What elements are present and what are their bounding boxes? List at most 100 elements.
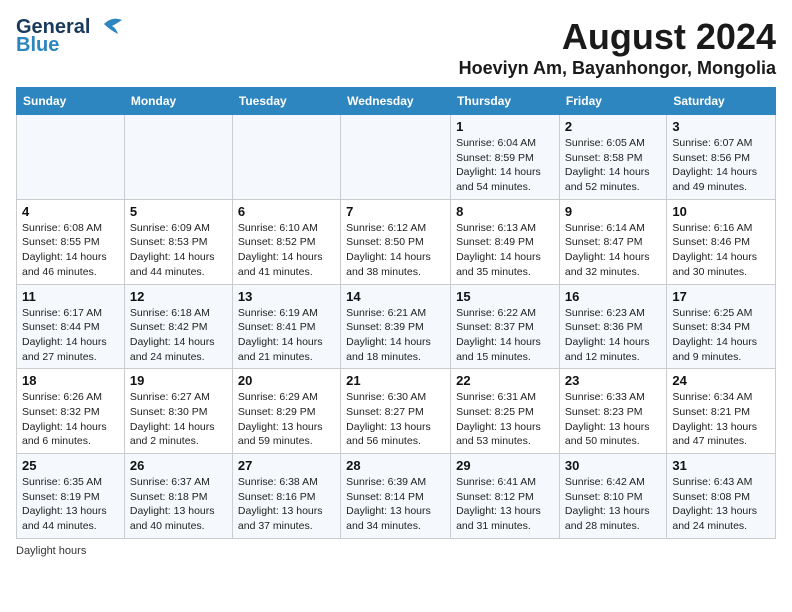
day-number: 21 [346, 373, 445, 388]
day-number: 26 [130, 458, 227, 473]
day-info: Sunrise: 6:31 AM Sunset: 8:25 PM Dayligh… [456, 390, 554, 449]
day-info: Sunrise: 6:26 AM Sunset: 8:32 PM Dayligh… [22, 390, 119, 449]
calendar-cell: 19Sunrise: 6:27 AM Sunset: 8:30 PM Dayli… [124, 369, 232, 454]
day-info: Sunrise: 6:10 AM Sunset: 8:52 PM Dayligh… [238, 221, 335, 280]
day-info: Sunrise: 6:07 AM Sunset: 8:56 PM Dayligh… [672, 136, 770, 195]
column-header-tuesday: Tuesday [232, 88, 340, 115]
day-info: Sunrise: 6:18 AM Sunset: 8:42 PM Dayligh… [130, 306, 227, 365]
day-info: Sunrise: 6:37 AM Sunset: 8:18 PM Dayligh… [130, 475, 227, 534]
calendar-cell: 14 Sunrise: 6:21 AM Sunset: 8:39 PM Dayli… [341, 284, 451, 369]
calendar-cell: 26 Sunrise: 6:37 AM Sunset: 8:18 PM Dayli… [124, 454, 232, 539]
calendar-cell: 20Sunrise: 6:29 AM Sunset: 8:29 PM Dayli… [232, 369, 340, 454]
day-info: Sunrise: 6:42 AM Sunset: 8:10 PM Dayligh… [565, 475, 661, 534]
calendar-cell: 3 Sunrise: 6:07 AM Sunset: 8:56 PM Daylig… [667, 115, 776, 200]
day-info: Sunrise: 6:16 AM Sunset: 8:46 PM Dayligh… [672, 221, 770, 280]
day-number: 7 [346, 204, 445, 219]
day-info: Sunrise: 6:21 AM Sunset: 8:39 PM Dayligh… [346, 306, 445, 365]
day-info: Sunrise: 6:13 AM Sunset: 8:49 PM Dayligh… [456, 221, 554, 280]
day-number: 9 [565, 204, 661, 219]
calendar-cell: 15Sunrise: 6:22 AM Sunset: 8:37 PM Dayli… [451, 284, 560, 369]
day-number: 4 [22, 204, 119, 219]
day-number: 6 [238, 204, 335, 219]
day-number: 8 [456, 204, 554, 219]
day-info: Sunrise: 6:38 AM Sunset: 8:16 PM Dayligh… [238, 475, 335, 534]
calendar-cell [341, 115, 451, 200]
column-header-sunday: Sunday [17, 88, 125, 115]
calendar-week-4: 18Sunrise: 6:26 AM Sunset: 8:32 PM Dayli… [17, 369, 776, 454]
day-info: Sunrise: 6:25 AM Sunset: 8:34 PM Dayligh… [672, 306, 770, 365]
day-info: Sunrise: 6:17 AM Sunset: 8:44 PM Dayligh… [22, 306, 119, 365]
day-number: 13 [238, 289, 335, 304]
calendar-cell: 24 Sunrise: 6:34 AM Sunset: 8:21 PM Dayli… [667, 369, 776, 454]
day-number: 31 [672, 458, 770, 473]
calendar-cell: 25Sunrise: 6:35 AM Sunset: 8:19 PM Dayli… [17, 454, 125, 539]
day-info: Sunrise: 6:09 AM Sunset: 8:53 PM Dayligh… [130, 221, 227, 280]
calendar-cell: 10 Sunrise: 6:16 AM Sunset: 8:46 PM Dayli… [667, 199, 776, 284]
calendar-cell: 6 Sunrise: 6:10 AM Sunset: 8:52 PM Daylig… [232, 199, 340, 284]
column-header-thursday: Thursday [451, 88, 560, 115]
day-number: 14 [346, 289, 445, 304]
column-header-saturday: Saturday [667, 88, 776, 115]
day-info: Sunrise: 6:23 AM Sunset: 8:36 PM Dayligh… [565, 306, 661, 365]
calendar-cell: 23Sunrise: 6:33 AM Sunset: 8:23 PM Dayli… [559, 369, 666, 454]
calendar-week-3: 11 Sunrise: 6:17 AM Sunset: 8:44 PM Dayli… [17, 284, 776, 369]
day-number: 12 [130, 289, 227, 304]
day-info: Sunrise: 6:08 AM Sunset: 8:55 PM Dayligh… [22, 221, 119, 280]
day-number: 30 [565, 458, 661, 473]
column-header-wednesday: Wednesday [341, 88, 451, 115]
day-info: Sunrise: 6:34 AM Sunset: 8:21 PM Dayligh… [672, 390, 770, 449]
day-info: Sunrise: 6:12 AM Sunset: 8:50 PM Dayligh… [346, 221, 445, 280]
calendar-cell: 29Sunrise: 6:41 AM Sunset: 8:12 PM Dayli… [451, 454, 560, 539]
day-number: 15 [456, 289, 554, 304]
calendar-cell: 5 Sunrise: 6:09 AM Sunset: 8:53 PM Daylig… [124, 199, 232, 284]
day-info: Sunrise: 6:30 AM Sunset: 8:27 PM Dayligh… [346, 390, 445, 449]
logo-blue: Blue [16, 34, 59, 57]
day-number: 10 [672, 204, 770, 219]
day-info: Sunrise: 6:35 AM Sunset: 8:19 PM Dayligh… [22, 475, 119, 534]
header: General Blue August 2024 Hoeviyn Am, Bay… [16, 16, 776, 79]
calendar-cell [124, 115, 232, 200]
calendar-cell: 8 Sunrise: 6:13 AM Sunset: 8:49 PM Daylig… [451, 199, 560, 284]
logo: General Blue [16, 16, 124, 57]
calendar-table: SundayMondayTuesdayWednesdayThursdayFrid… [16, 87, 776, 539]
calendar-cell: 28Sunrise: 6:39 AM Sunset: 8:14 PM Dayli… [341, 454, 451, 539]
calendar-cell: 12 Sunrise: 6:18 AM Sunset: 8:42 PM Dayli… [124, 284, 232, 369]
calendar-week-1: 1Sunrise: 6:04 AM Sunset: 8:59 PM Daylig… [17, 115, 776, 200]
logo-bird-icon [94, 16, 124, 38]
day-number: 27 [238, 458, 335, 473]
day-number: 24 [672, 373, 770, 388]
day-number: 16 [565, 289, 661, 304]
day-info: Sunrise: 6:19 AM Sunset: 8:41 PM Dayligh… [238, 306, 335, 365]
day-number: 5 [130, 204, 227, 219]
calendar-cell: 1Sunrise: 6:04 AM Sunset: 8:59 PM Daylig… [451, 115, 560, 200]
day-info: Sunrise: 6:43 AM Sunset: 8:08 PM Dayligh… [672, 475, 770, 534]
calendar-cell: 21 Sunrise: 6:30 AM Sunset: 8:27 PM Dayli… [341, 369, 451, 454]
day-number: 22 [456, 373, 554, 388]
day-info: Sunrise: 6:14 AM Sunset: 8:47 PM Dayligh… [565, 221, 661, 280]
footer-note: Daylight hours [16, 545, 776, 557]
calendar-week-5: 25Sunrise: 6:35 AM Sunset: 8:19 PM Dayli… [17, 454, 776, 539]
calendar-cell: 18Sunrise: 6:26 AM Sunset: 8:32 PM Dayli… [17, 369, 125, 454]
calendar-cell: 31 Sunrise: 6:43 AM Sunset: 8:08 PM Dayli… [667, 454, 776, 539]
title-area: August 2024 Hoeviyn Am, Bayanhongor, Mon… [459, 16, 776, 79]
month-title: August 2024 [459, 16, 776, 58]
calendar-cell: 9 Sunrise: 6:14 AM Sunset: 8:47 PM Daylig… [559, 199, 666, 284]
calendar-cell: 22 Sunrise: 6:31 AM Sunset: 8:25 PM Dayli… [451, 369, 560, 454]
day-number: 11 [22, 289, 119, 304]
day-info: Sunrise: 6:27 AM Sunset: 8:30 PM Dayligh… [130, 390, 227, 449]
calendar-cell: 7 Sunrise: 6:12 AM Sunset: 8:50 PM Daylig… [341, 199, 451, 284]
day-number: 17 [672, 289, 770, 304]
calendar-cell: 2Sunrise: 6:05 AM Sunset: 8:58 PM Daylig… [559, 115, 666, 200]
day-number: 3 [672, 119, 770, 134]
calendar-cell: 17 Sunrise: 6:25 AM Sunset: 8:34 PM Dayli… [667, 284, 776, 369]
calendar-cell: 4 Sunrise: 6:08 AM Sunset: 8:55 PM Daylig… [17, 199, 125, 284]
calendar-cell [232, 115, 340, 200]
calendar-week-2: 4 Sunrise: 6:08 AM Sunset: 8:55 PM Daylig… [17, 199, 776, 284]
day-info: Sunrise: 6:29 AM Sunset: 8:29 PM Dayligh… [238, 390, 335, 449]
calendar-cell: 11 Sunrise: 6:17 AM Sunset: 8:44 PM Dayli… [17, 284, 125, 369]
column-header-friday: Friday [559, 88, 666, 115]
calendar-cell: 27 Sunrise: 6:38 AM Sunset: 8:16 PM Dayli… [232, 454, 340, 539]
day-info: Sunrise: 6:05 AM Sunset: 8:58 PM Dayligh… [565, 136, 661, 195]
day-info: Sunrise: 6:39 AM Sunset: 8:14 PM Dayligh… [346, 475, 445, 534]
day-number: 23 [565, 373, 661, 388]
